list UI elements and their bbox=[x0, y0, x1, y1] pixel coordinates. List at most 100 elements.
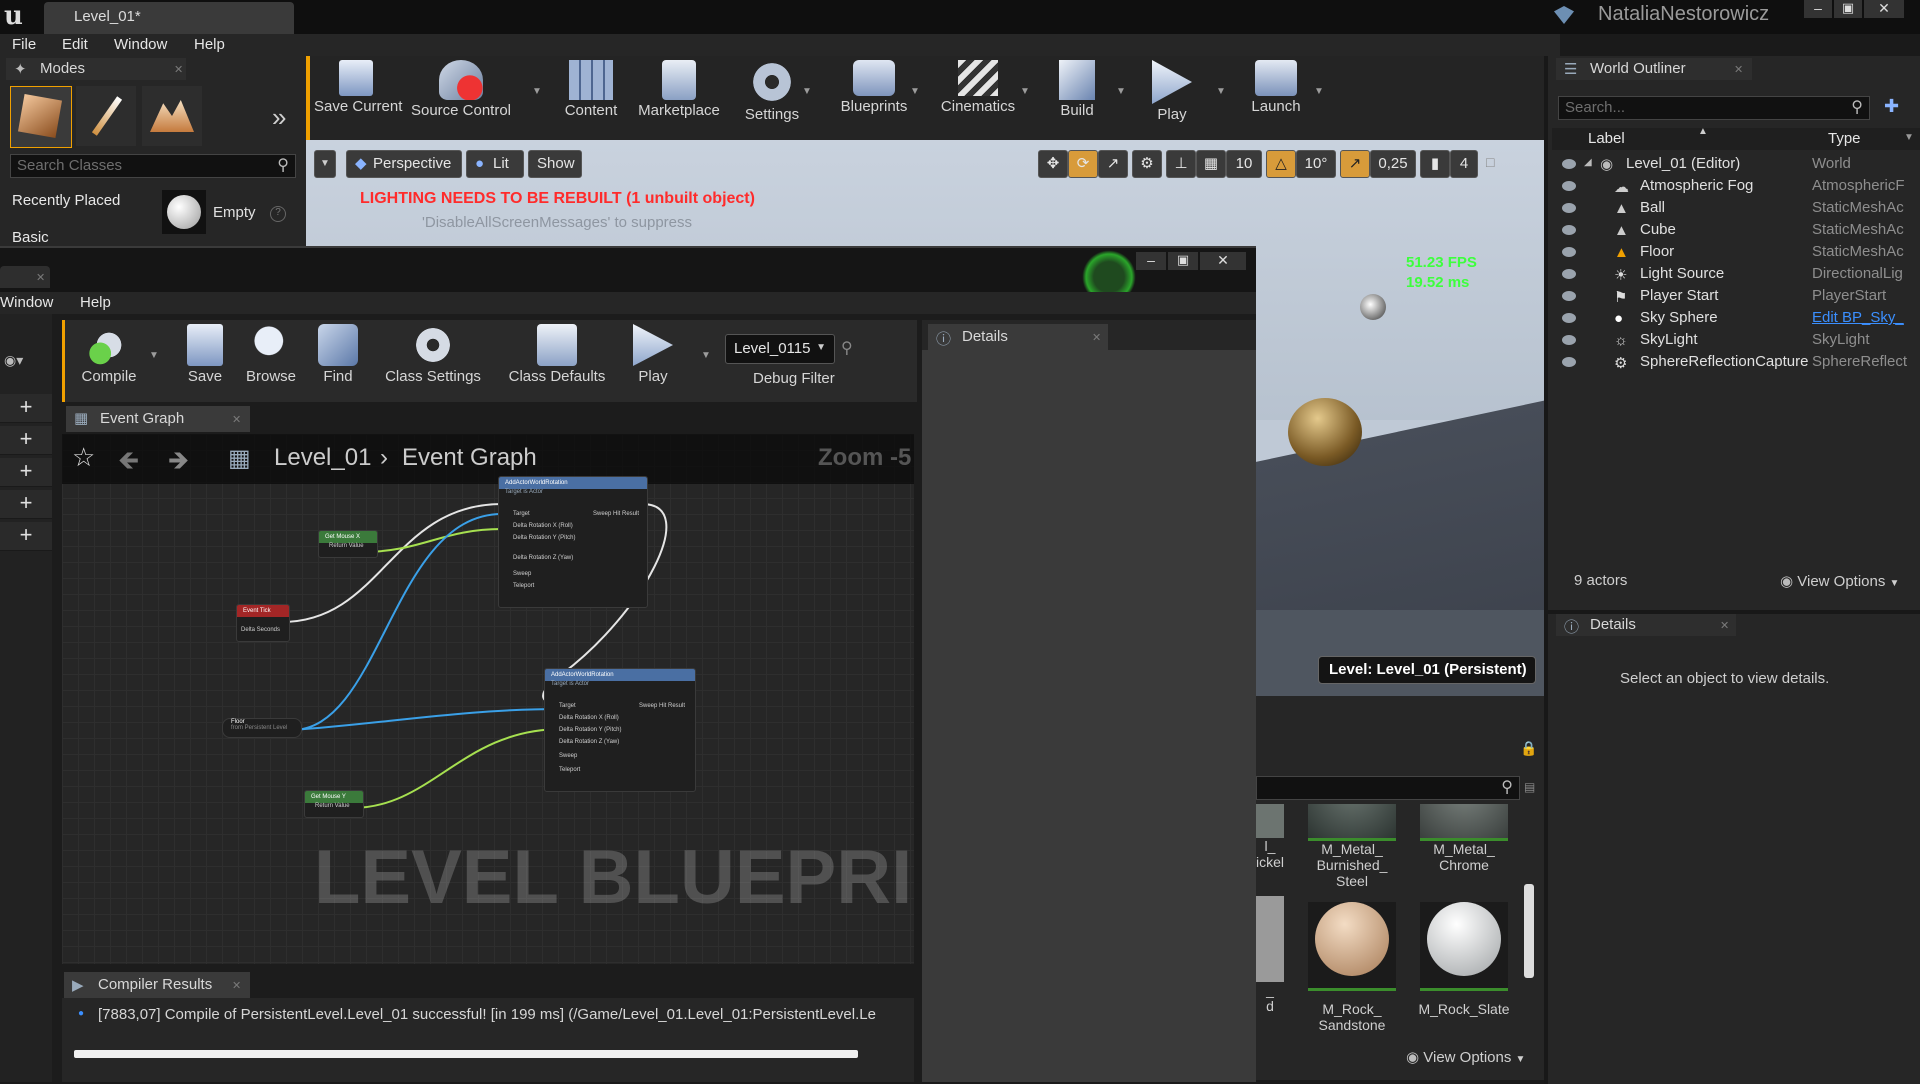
outliner-search-input[interactable]: Search... ⚲ bbox=[1558, 96, 1870, 120]
show-button[interactable]: Show bbox=[528, 150, 582, 178]
rotation-snap-icon[interactable]: △ bbox=[1266, 150, 1296, 178]
more-modes-icon[interactable]: » bbox=[272, 102, 286, 133]
outliner-row-player-start[interactable]: ⚑ Player Start PlayerStart bbox=[1552, 286, 1912, 308]
save-search-icon[interactable]: ▤ bbox=[1524, 780, 1535, 794]
help-icon[interactable]: ? bbox=[270, 206, 286, 222]
outliner-row-level[interactable]: ◢ ◉ Level_01 (Editor) World bbox=[1552, 154, 1912, 176]
asset-tile[interactable]: M_Rock_ Sandstone bbox=[1304, 896, 1400, 1033]
close-icon[interactable]: ✕ bbox=[1734, 63, 1743, 76]
node-floor-reference[interactable]: Floor from Persistent Level bbox=[222, 718, 302, 738]
toolbar-source-control[interactable]: Source Control bbox=[406, 56, 516, 134]
category-recently-placed[interactable]: Recently Placed bbox=[12, 192, 120, 209]
scale-snap-value[interactable]: 0,25 bbox=[1370, 150, 1416, 178]
build-dropdown-icon[interactable]: ▼ bbox=[1116, 86, 1126, 97]
class-defaults-button[interactable]: Class Defaults bbox=[505, 320, 609, 398]
debug-object-select[interactable]: Level_0115 ▼ bbox=[725, 334, 835, 364]
add-variable-button[interactable]: + bbox=[0, 394, 52, 423]
close-icon[interactable]: ✕ bbox=[232, 979, 241, 992]
pin-yaw[interactable]: Delta Rotation Z (Yaw) bbox=[559, 739, 619, 745]
toolbar-play[interactable]: Play bbox=[1140, 56, 1204, 134]
pin-teleport[interactable]: Teleport bbox=[559, 767, 580, 773]
visibility-eye-icon[interactable] bbox=[1562, 203, 1576, 213]
event-graph-tab[interactable]: ▦ Event Graph ✕ bbox=[66, 406, 250, 432]
pin-return-value[interactable]: Return Value bbox=[305, 803, 363, 809]
cinematics-dropdown-icon[interactable]: ▼ bbox=[1020, 86, 1030, 97]
debug-search-icon[interactable]: ⚲ bbox=[841, 338, 853, 358]
pin-target[interactable]: Target bbox=[513, 511, 530, 517]
blueprint-details-tab[interactable]: ⓘ Details ✕ bbox=[928, 324, 1108, 350]
content-view-options[interactable]: ◉ View Options ▼ bbox=[1406, 1048, 1525, 1066]
menu-edit[interactable]: Edit bbox=[62, 36, 88, 53]
node-get-mouse-x[interactable]: Get Mouse X Return Value bbox=[318, 530, 378, 558]
pin-sweep-hit[interactable]: Sweep Hit Result bbox=[639, 703, 685, 709]
visibility-eye-icon[interactable] bbox=[1562, 247, 1576, 257]
add-macro-button[interactable]: + bbox=[0, 458, 52, 487]
maximize-viewport-icon[interactable]: □ bbox=[1486, 154, 1494, 170]
compiler-results-tab[interactable]: ▶ Compiler Results ✕ bbox=[64, 972, 250, 998]
add-dispatcher-button[interactable]: + bbox=[0, 490, 52, 519]
translate-tool-icon[interactable]: ✥ bbox=[1038, 150, 1068, 178]
minimize-button[interactable]: – bbox=[1136, 252, 1166, 270]
menu-window[interactable]: Window bbox=[114, 36, 167, 53]
visibility-eye-icon[interactable] bbox=[1562, 181, 1576, 191]
add-local-variable-button[interactable]: + bbox=[0, 522, 52, 551]
play-dropdown-icon[interactable]: ▼ bbox=[701, 350, 711, 361]
add-function-button[interactable]: + bbox=[0, 426, 52, 455]
outliner-view-options[interactable]: ◉ View Options ▼ bbox=[1780, 572, 1899, 590]
asset-tile[interactable]: M_Metal_ Chrome bbox=[1416, 804, 1512, 873]
pin-pitch[interactable]: Delta Rotation Y (Pitch) bbox=[513, 535, 575, 541]
empty-actor-thumbnail[interactable] bbox=[162, 190, 206, 234]
outliner-row-sky-sphere[interactable]: ● Sky Sphere Edit BP_Sky_ bbox=[1552, 308, 1912, 330]
play-dropdown-icon[interactable]: ▼ bbox=[1216, 86, 1226, 97]
world-space-icon[interactable]: ⚙ bbox=[1132, 150, 1162, 178]
close-icon[interactable]: ✕ bbox=[1720, 619, 1729, 632]
ball-sphere[interactable] bbox=[1288, 398, 1362, 466]
pin-yaw[interactable]: Delta Rotation Z (Yaw) bbox=[513, 555, 573, 561]
outliner-col-type[interactable]: Type bbox=[1828, 130, 1861, 147]
outliner-row-skylight[interactable]: ☼ SkyLight SkyLight bbox=[1552, 330, 1912, 352]
menu-window[interactable]: Window bbox=[0, 294, 53, 311]
modes-tab[interactable]: ✦ Modes ✕ bbox=[6, 58, 186, 80]
blueprint-save-button[interactable]: Save bbox=[175, 320, 235, 398]
compile-button[interactable]: Compile bbox=[71, 320, 147, 398]
pin-return-value[interactable]: Return Value bbox=[319, 543, 377, 549]
close-icon[interactable]: ✕ bbox=[36, 271, 45, 284]
camera-speed-icon[interactable]: ▮ bbox=[1420, 150, 1450, 178]
close-icon[interactable]: ✕ bbox=[174, 63, 183, 76]
scale-snap-icon[interactable]: ↗ bbox=[1340, 150, 1370, 178]
minimize-button[interactable]: – bbox=[1804, 0, 1832, 18]
toolbar-save-current[interactable]: Save Current bbox=[314, 56, 402, 134]
search-classes-input[interactable]: Search Classes ⚲ bbox=[10, 154, 296, 178]
find-button[interactable]: Find bbox=[309, 320, 367, 398]
settings-dropdown-icon[interactable]: ▼ bbox=[802, 86, 812, 97]
visibility-dropdown-icon[interactable]: ◉▾ bbox=[4, 352, 23, 369]
asset-tile[interactable]: M_Rock_Slate bbox=[1416, 896, 1512, 1017]
node-add-actor-world-rotation-1[interactable]: AddActorWorldRotation Target is Actor Ta… bbox=[498, 476, 648, 608]
level-tab[interactable]: Level_01* bbox=[44, 2, 294, 34]
pin-sweep[interactable]: Sweep bbox=[559, 753, 577, 759]
event-graph-canvas[interactable]: ☆ 🡸 🡺 ▦ Level_01 › Event Graph Zoom -5 A… bbox=[62, 434, 914, 964]
camera-speed-value[interactable]: 4 bbox=[1450, 150, 1478, 178]
surface-snap-icon[interactable]: ⊥ bbox=[1166, 150, 1196, 178]
outliner-row-light-source[interactable]: ☀ Light Source DirectionalLig bbox=[1552, 264, 1912, 286]
toolbar-launch[interactable]: Launch bbox=[1238, 56, 1314, 134]
close-icon[interactable]: ✕ bbox=[1092, 331, 1101, 344]
column-options-icon[interactable]: ▼ bbox=[1904, 132, 1914, 143]
blueprint-window-tab[interactable]: ✕ bbox=[0, 266, 50, 288]
visibility-eye-icon[interactable] bbox=[1562, 291, 1576, 301]
outliner-row-ball[interactable]: ▲ Ball StaticMeshAc bbox=[1552, 198, 1912, 220]
browse-button[interactable]: Browse bbox=[239, 320, 303, 398]
visibility-eye-icon[interactable] bbox=[1562, 269, 1576, 279]
content-scrollbar[interactable] bbox=[1524, 884, 1534, 978]
visibility-eye-icon[interactable] bbox=[1562, 225, 1576, 235]
paint-mode-icon[interactable] bbox=[76, 86, 136, 146]
toolbar-blueprints[interactable]: Blueprints bbox=[828, 56, 920, 134]
asset-tile[interactable]: _ d bbox=[1256, 896, 1284, 1014]
pin-sweep[interactable]: Sweep bbox=[513, 571, 531, 577]
toolbar-cinematics[interactable]: Cinematics bbox=[932, 56, 1024, 134]
outliner-row-atmospheric-fog[interactable]: ☁ Atmospheric Fog AtmosphericF bbox=[1552, 176, 1912, 198]
node-event-tick[interactable]: Event Tick Delta Seconds bbox=[236, 604, 290, 642]
edit-blueprint-link[interactable]: Edit BP_Sky_ bbox=[1812, 309, 1910, 326]
close-button[interactable]: ✕ bbox=[1864, 0, 1904, 18]
pin-pitch[interactable]: Delta Rotation Y (Pitch) bbox=[559, 727, 621, 733]
